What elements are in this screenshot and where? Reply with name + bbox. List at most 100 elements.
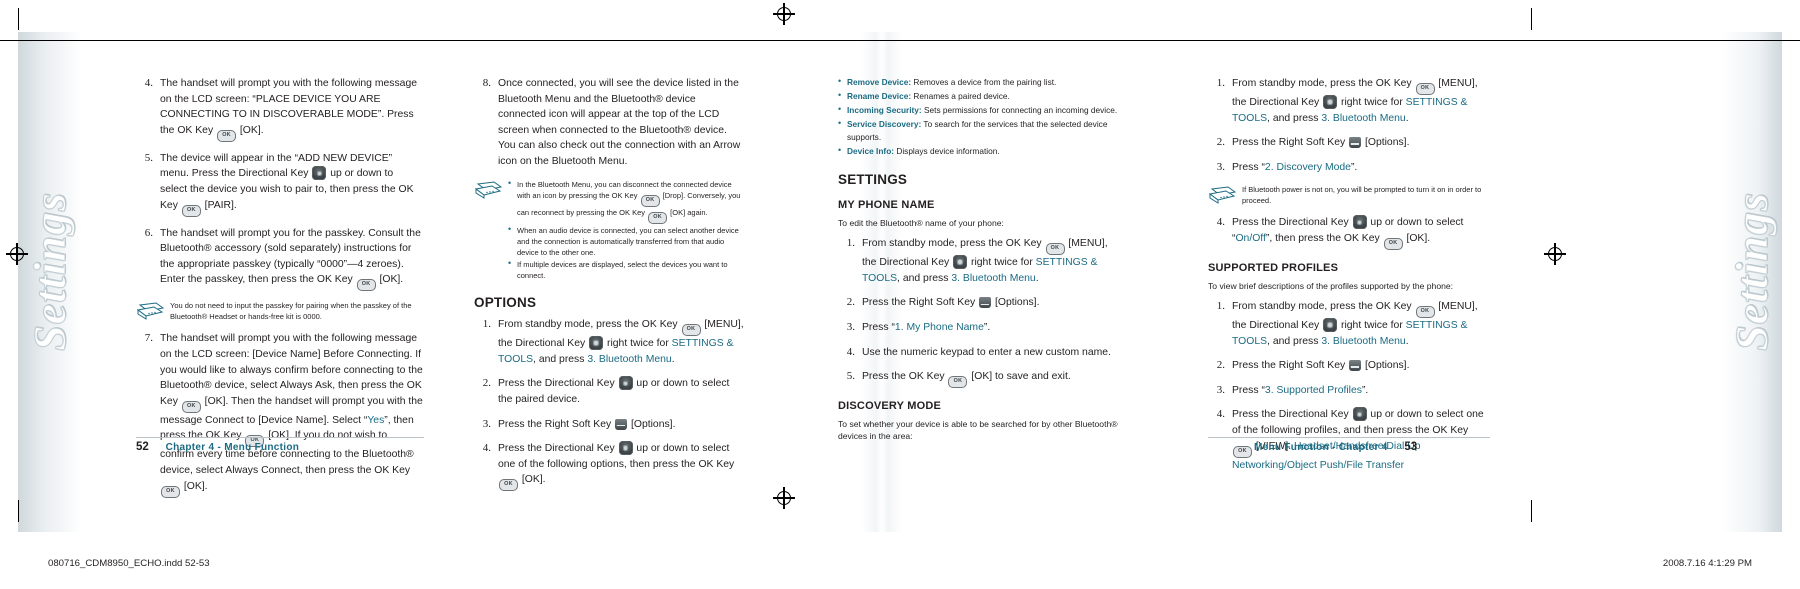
list-item: 4 Use the numeric keypad to enter a new c… [838, 345, 1120, 361]
side-tab-left: Settings [23, 192, 75, 352]
note-pages-icon [1208, 186, 1237, 205]
crop-mark-bl-v [18, 500, 19, 522]
step-number: 1 [474, 317, 491, 333]
ok-key-icon: OK [1415, 83, 1435, 95]
definition-term: Incoming Security: [847, 105, 922, 116]
directional-key-icon [953, 255, 968, 270]
step-number: 3 [1208, 160, 1225, 176]
note-text: If Bluetooth power is not on, you will b… [1242, 185, 1482, 206]
print-info-bar: 080716_CDM8950_ECHO.indd 52-53 2008.7.16… [0, 546, 1800, 589]
step-text: From standby mode, press the OK Key OK [… [498, 319, 744, 365]
print-timestamp: 2008.7.16 4:1:29 PM [1662, 558, 1752, 569]
crop-mark-tr-v [1531, 8, 1532, 30]
step-text: Press the Right Soft Key [Options]. [498, 418, 676, 430]
step-number: 4 [136, 76, 153, 92]
step-number: 2 [838, 295, 855, 311]
discovery-mode-heading: DISCOVERY MODE [838, 400, 942, 413]
step-text: The device will appear in the “ADD NEW D… [160, 151, 423, 217]
step-number: 8 [474, 76, 491, 92]
ok-key-icon: OK [161, 485, 180, 498]
ok-key-icon: OK [1233, 445, 1252, 458]
note-pages-icon [474, 181, 503, 199]
step-number: 4 [474, 441, 491, 457]
right-footer-rule [1208, 437, 1490, 438]
list-item: 6 The handset will prompt you for the pas… [136, 226, 423, 292]
indesign-file-label: 080716_CDM8950_ECHO.indd 52-53 [48, 558, 210, 569]
list-item: 2 Press the Directional Key up or down to… [474, 376, 744, 407]
list-item: 7 The handset will prompt you with the fo… [136, 331, 423, 498]
ok-key-icon: OK [681, 324, 701, 337]
definition-term: Device Info: [847, 145, 895, 156]
list-item: 3 Press “3. Supported Profiles”. [1208, 383, 1490, 399]
options-heading: OPTIONS [474, 294, 537, 310]
discovery-mode-lead: To set whether your device is able to be… [838, 418, 1118, 442]
list-item: Remove Device: Removes a device from the… [838, 75, 1120, 89]
step-text: From standby mode, press the OK Key OK [… [1232, 78, 1478, 124]
list-item: Service Discovery: To search for the ser… [838, 117, 1120, 143]
right-soft-key-icon [1349, 360, 1362, 372]
step-number: 5 [136, 151, 153, 167]
list-item: 3 Press the Right Soft Key [Options]. [474, 417, 744, 433]
step-number: 1 [1208, 299, 1225, 315]
step-text: From standby mode, press the OK Key OK [… [1232, 300, 1478, 347]
directional-key-icon [1323, 317, 1338, 332]
right-soft-key-icon [1349, 137, 1362, 149]
step-number: 3 [474, 417, 491, 433]
list-item: 4 Press the Directional Key up or down to… [1208, 215, 1490, 250]
list-item: 1 From standby mode, press the OK Key OK … [474, 317, 744, 367]
highlighted-menu-text: 1. My Phone Name [894, 321, 984, 333]
supported-profiles-lead: To view brief descriptions of the profil… [1208, 280, 1454, 291]
definition-term: Remove Device: [847, 77, 912, 87]
definition-description: Renames a paired device. [911, 91, 1010, 102]
note-bullets: In the Bluetooth Menu, you can disconnec… [508, 178, 744, 281]
step-text: Press the Directional Key up or down to … [1232, 215, 1490, 250]
ok-key-icon: OK [499, 479, 518, 492]
ok-key-icon: OK [1415, 305, 1435, 318]
highlighted-menu-text: 3. Bluetooth Menu [1321, 112, 1406, 124]
step-text: Press “2. Discovery Mode”. [1232, 161, 1358, 173]
definition-term: Rename Device: [847, 91, 912, 102]
list-item: 5 The device will appear in the “ADD NEW … [136, 151, 423, 217]
list-item: 3 Press “2. Discovery Mode”. [1208, 160, 1490, 176]
supported-profiles-heading: SUPPORTED PROFILES [1208, 261, 1339, 274]
list-item: 4 The handset will prompt you with the fo… [136, 76, 423, 142]
note-bullet: If multiple devices are displayed, selec… [508, 258, 744, 281]
column2-step8: 8 Once connected, you will see the device… [474, 76, 744, 170]
note-pages-icon [136, 302, 165, 321]
note-callout-bluetooth-menu: In the Bluetooth Menu, you can disconnec… [474, 178, 744, 281]
my-phone-name-lead: To edit the Bluetooth® name of your phon… [838, 217, 1004, 228]
step-text: Once connected, you will see the device … [498, 78, 741, 167]
right-page-number: 53 [1404, 441, 1418, 453]
directional-key-icon [618, 441, 633, 456]
registration-mark-right [1544, 243, 1566, 265]
step-number: 2 [1208, 358, 1225, 374]
left-chapter-label: Chapter 4 - Menu Function [165, 442, 300, 453]
directional-key-icon [618, 376, 633, 391]
step-number: 1 [838, 236, 855, 252]
step-text: Press the Right Soft Key [Options]. [1232, 360, 1410, 372]
step-text: Press the OK Key OK [OK] to save and exi… [862, 369, 1120, 389]
directional-key-icon [1352, 407, 1367, 422]
column4-steps: 1 From standby mode, press the OK Key OK … [1208, 76, 1490, 175]
left-folio: 52 Chapter 4 - Menu Function [136, 441, 299, 453]
list-item: 3 Press “1. My Phone Name”. [838, 320, 1120, 336]
list-item: 5 Press the OK Key OK [OK] to save and ex… [838, 369, 1120, 389]
directional-key-icon [1323, 95, 1338, 109]
note-callout-bt-power: If Bluetooth power is not on, you will b… [1208, 184, 1490, 206]
list-item: 1 From standby mode, press the OK Key OK … [1208, 299, 1490, 349]
step-text: Press the Directional Key up or down to … [498, 376, 730, 405]
step-text: Use the numeric keypad to enter a new cu… [862, 346, 1111, 358]
step-text: Press the Right Soft Key [Options]. [1232, 137, 1410, 149]
highlighted-menu-text: 3. Supported Profiles [1264, 384, 1362, 396]
step-number: 3 [838, 320, 855, 336]
list-item: Incoming Security: Sets permissions for … [838, 103, 1120, 117]
highlighted-menu-text: On/Off [1235, 232, 1266, 244]
step-number: 4 [838, 345, 855, 361]
column3-steps: 1 From standby mode, press the OK Key OK … [838, 236, 1120, 389]
step-text: Press “1. My Phone Name”. [862, 321, 991, 333]
ok-key-icon: OK [648, 211, 668, 224]
list-item: Rename Device: Renames a paired device. [838, 89, 1120, 103]
list-item: 2 Press the Right Soft Key [Options]. [1208, 135, 1490, 151]
list-item: 2 Press the Right Soft Key [Options]. [1208, 358, 1490, 374]
ok-key-icon: OK [356, 279, 376, 292]
